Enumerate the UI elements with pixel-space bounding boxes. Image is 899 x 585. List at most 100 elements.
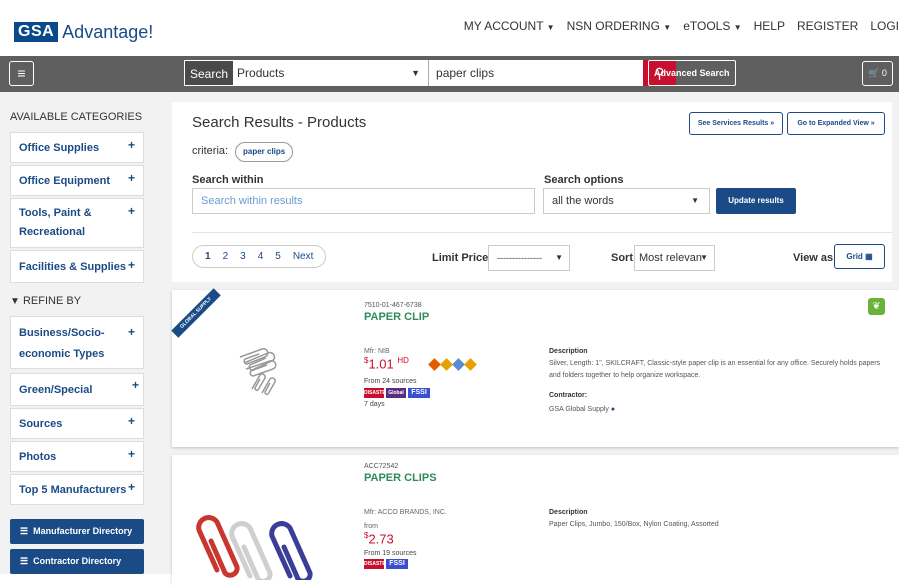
grid-icon: ▦ — [865, 252, 873, 261]
page-title: Search Results - Products — [192, 114, 367, 131]
divider — [192, 232, 892, 233]
refine-green-special[interactable]: Green/Special Programs+ — [10, 373, 144, 419]
fssi-badge: FSSI — [408, 388, 430, 398]
diamond-icon — [464, 358, 477, 371]
global-supply-badge: Global Supply — [386, 388, 406, 406]
available-categories-header: AVAILABLE CATEGORIES — [10, 111, 143, 123]
sources-count[interactable]: From 19 sources — [364, 550, 417, 557]
cart-button[interactable]: 🛒 0 — [862, 61, 893, 86]
search-label: Search — [184, 60, 234, 86]
refine-business-socio[interactable]: Business/Socio- economic Types + — [10, 316, 144, 369]
nav-nsn-ordering[interactable]: NSN ORDERING ▼ — [567, 19, 672, 33]
plus-icon: + — [127, 258, 135, 272]
description-label: Description — [549, 348, 588, 355]
filter-icon: ▼ — [10, 296, 20, 307]
price-from-label: from — [364, 523, 378, 530]
delivery-days: 7 days — [364, 401, 385, 408]
manufacturer-directory-button[interactable]: ☰ Manufacturer Directory — [10, 519, 144, 544]
chevron-down-icon: ▼ — [546, 23, 555, 32]
plus-icon: + — [127, 204, 135, 218]
criteria-label: criteria: — [192, 145, 229, 157]
fssi-badge: FSSI — [386, 559, 408, 569]
nav-help[interactable]: HELP — [754, 19, 785, 33]
plus-icon: + — [127, 138, 135, 152]
category-office-equipment[interactable]: Office Equipment + — [10, 165, 144, 196]
nav-login[interactable]: LOGI — [870, 19, 899, 33]
diamond-icon — [428, 358, 441, 371]
refine-photos[interactable]: Photos + — [10, 441, 144, 472]
search-category-select[interactable]: Products ▼ — [233, 60, 430, 86]
page-5[interactable]: 5 — [275, 251, 281, 262]
disaster-purchase-badge: DISASTER PURCH — [364, 388, 390, 406]
plus-icon: + — [127, 171, 135, 185]
contractor-label: Contractor: — [549, 392, 588, 399]
search-input[interactable]: paper clips — [429, 60, 644, 86]
top-header: GSA Advantage! MY ACCOUNT ▼ NSN ORDERING… — [0, 0, 899, 56]
caret-down-icon: ▼ — [555, 253, 563, 262]
sources-count[interactable]: From 24 sources — [364, 378, 417, 385]
search-group: Search Products ▼ paper clips ⚲ — [184, 60, 677, 86]
search-results-panel: Search Results - Products See Services R… — [172, 102, 892, 282]
page-3[interactable]: 3 — [240, 251, 246, 262]
search-bar: ≡ Search Products ▼ paper clips ⚲ Advance… — [0, 56, 899, 92]
contractor-logo-icon: ● — [610, 406, 616, 413]
sort-select[interactable]: Most relevan ▼ — [634, 245, 715, 271]
product-card: ACC72542 PAPER CLIPS Mfr: ACCO BRANDS, I… — [172, 455, 899, 585]
sidebar: AVAILABLE CATEGORIES Office Supplies + Of… — [0, 92, 172, 574]
refine-top-manufacturers[interactable]: Top 5 Manufacturers + — [10, 474, 144, 505]
page-next[interactable]: Next — [293, 251, 314, 262]
product-name[interactable]: PAPER CLIP — [364, 311, 429, 323]
list-icon: ☰ — [20, 556, 29, 566]
paper-clips-image[interactable] — [192, 500, 342, 580]
chevron-down-icon: ▼ — [663, 23, 672, 32]
refine-by-header: ▼ REFINE BY — [10, 295, 82, 307]
nav-etools[interactable]: eTOOLS ▼ — [683, 19, 741, 33]
category-facilities-supplies[interactable]: Facilities & Supplies + — [10, 250, 144, 283]
cart-icon: 🛒 — [868, 68, 880, 78]
nav-my-account[interactable]: MY ACCOUNT ▼ — [464, 19, 555, 33]
search-options-select[interactable]: all the words ▼ — [543, 188, 710, 214]
view-as-label: View as — [793, 252, 834, 264]
menu-button[interactable]: ≡ — [9, 61, 34, 86]
gsa-advantage-logo[interactable]: GSA Advantage! — [14, 20, 153, 44]
main-content: Search Results - Products See Services R… — [171, 92, 899, 585]
see-services-results-button[interactable]: See Services Results » — [689, 112, 783, 135]
caret-down-icon: ▼ — [411, 68, 421, 78]
update-results-button[interactable]: Update results — [716, 188, 796, 214]
diamond-icon — [452, 358, 465, 371]
refine-sources[interactable]: Sources + — [10, 408, 144, 439]
contractor-directory-button[interactable]: ☰ Contractor Directory — [10, 549, 144, 574]
criteria-chip[interactable]: paper clips — [235, 142, 294, 162]
product-id: ACC72542 — [364, 463, 399, 470]
environmental-icons — [428, 358, 477, 371]
product-price: $2.73 — [364, 531, 394, 547]
description-text: Silver, Length: 1", SKILCRAFT, Classic-s… — [549, 360, 881, 379]
category-tools-paint[interactable]: Tools, Paint & Recreational + — [10, 198, 144, 248]
page-1[interactable]: 1 — [205, 251, 211, 262]
search-options-label: Search options — [544, 174, 624, 186]
search-within-label: Search within — [192, 174, 264, 186]
paper-clip-image[interactable] — [234, 345, 294, 405]
product-card: GLOBAL SUPPLY 7510-01-467-6738 PAPER CLI… — [171, 288, 899, 447]
nav-register[interactable]: REGISTER — [797, 19, 858, 33]
search-within-input[interactable]: Search within results — [192, 188, 535, 214]
diamond-icon — [440, 358, 453, 371]
plus-icon: + — [127, 414, 135, 428]
grid-view-button[interactable]: Grid ▦ — [834, 244, 885, 269]
category-office-supplies[interactable]: Office Supplies + — [10, 132, 144, 163]
manufacturer: Mfr: ACCO BRANDS, INC. — [364, 509, 447, 516]
contractor-name[interactable]: GSA Global Supply ● — [549, 404, 889, 416]
page-4[interactable]: 4 — [258, 251, 264, 262]
page-2[interactable]: 2 — [223, 251, 229, 262]
limit-price-label: Limit Price — [432, 252, 489, 264]
plus-icon: + — [127, 480, 135, 494]
chevron-down-icon: ▼ — [733, 23, 742, 32]
description-label: Description — [549, 509, 588, 516]
product-name[interactable]: PAPER CLIPS — [364, 472, 437, 484]
limit-price-select[interactable]: --------------- ▼ — [488, 245, 570, 271]
product-price: $1.01 HD — [364, 356, 409, 372]
pagination: 1 2 3 4 5 Next — [192, 245, 327, 268]
expanded-view-button[interactable]: Go to Expanded View » — [787, 112, 885, 135]
manufacturer: Mfr: NIB — [364, 348, 390, 355]
advanced-search-button[interactable]: Advanced Search — [648, 60, 736, 86]
